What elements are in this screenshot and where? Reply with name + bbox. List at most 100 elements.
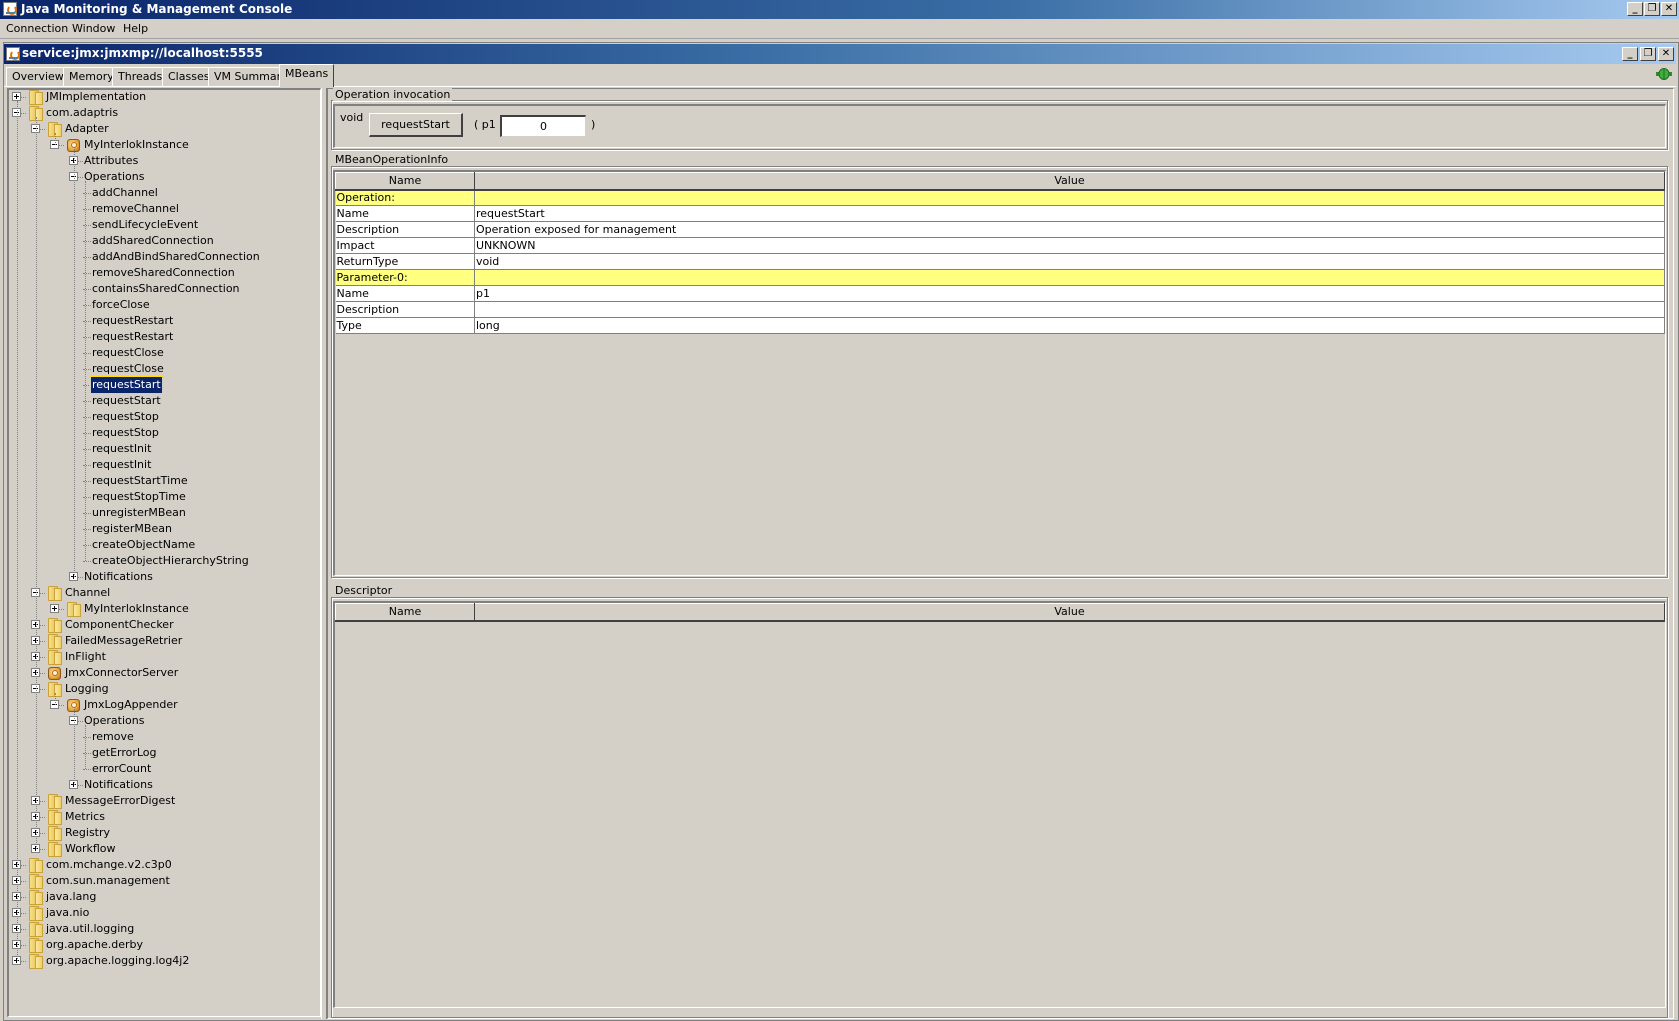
table-row[interactable]: Type long	[335, 317, 1665, 334]
table-section-row[interactable]: Operation:	[335, 189, 1665, 206]
tree-node-operations[interactable]: Operations	[9, 713, 319, 729]
tree-node-label[interactable]: removeChannel	[91, 201, 180, 217]
tree-node-label[interactable]: addSharedConnection	[91, 233, 215, 249]
tree-node-remove-shared-connection[interactable]: removeSharedConnection	[9, 265, 319, 281]
tree-node-label[interactable]: requestRestart	[91, 329, 174, 345]
tree-node-component-checker[interactable]: ComponentChecker	[9, 617, 319, 633]
menu-connection[interactable]: Connection	[6, 22, 68, 35]
tree-node-label[interactable]: registerMBean	[91, 521, 173, 537]
tree-node-jmimplementation[interactable]: JMImplementation	[9, 90, 319, 105]
tree-node-operations[interactable]: Operations	[9, 169, 319, 185]
tree-node-error-count[interactable]: errorCount	[9, 761, 319, 777]
tree-node-label[interactable]: requestClose	[91, 345, 165, 361]
tree-node-get-error-log[interactable]: getErrorLog	[9, 745, 319, 761]
tree-node-request-start[interactable]: requestStart	[9, 376, 319, 394]
tree-node-label[interactable]: java.util.logging	[45, 921, 135, 937]
tree-node-label[interactable]: MyInterlokInstance	[83, 601, 190, 617]
tree-node-add-shared-connection[interactable]: addSharedConnection	[9, 233, 319, 249]
tree-node-java-lang[interactable]: java.lang	[9, 889, 319, 905]
tree-node-java-nio[interactable]: java.nio	[9, 905, 319, 921]
tree-node-label[interactable]: remove	[91, 729, 135, 745]
tree-node-metrics[interactable]: Metrics	[9, 809, 319, 825]
tree-node-label[interactable]: org.apache.derby	[45, 937, 144, 953]
table-row[interactable]: Name p1	[335, 285, 1665, 302]
tree-node-label[interactable]: Metrics	[64, 809, 106, 825]
tree-node-label[interactable]: Registry	[64, 825, 111, 841]
tree-node-register-mbean[interactable]: registerMBean	[9, 521, 319, 537]
tree-node-label[interactable]: Notifications	[83, 777, 154, 793]
tree-node-label[interactable]: FailedMessageRetrier	[64, 633, 183, 649]
tree-node-label[interactable]: Channel	[64, 585, 111, 601]
tree-node-remove[interactable]: remove	[9, 729, 319, 745]
table-row[interactable]: Description	[335, 301, 1665, 318]
tree-node-label[interactable]: com.sun.management	[45, 873, 171, 889]
tree-node-com-adaptris[interactable]: com.adaptris	[9, 105, 319, 121]
table-row[interactable]: ReturnType void	[335, 253, 1665, 270]
tree-node-label[interactable]: requestClose	[91, 361, 165, 377]
tree-node-request-start[interactable]: requestStart	[9, 393, 319, 409]
tree-node-unregister-mbean[interactable]: unregisterMBean	[9, 505, 319, 521]
column-header-value[interactable]: Value	[474, 172, 1665, 191]
table-row[interactable]: Impact UNKNOWN	[335, 237, 1665, 254]
tree-node-label[interactable]: sendLifecycleEvent	[91, 217, 199, 233]
tree-node-label[interactable]: com.mchange.v2.c3p0	[45, 857, 173, 873]
tree-node-jmx-connector-server[interactable]: JmxConnectorServer	[9, 665, 319, 681]
invoke-operation-button[interactable]: requestStart	[369, 113, 463, 137]
tree-node-label[interactable]: org.apache.logging.log4j2	[45, 953, 190, 969]
tree-node-label[interactable]: createObjectName	[91, 537, 196, 553]
tree-node-request-init[interactable]: requestInit	[9, 441, 319, 457]
tree-node-com-mchange-v2-c3p0[interactable]: com.mchange.v2.c3p0	[9, 857, 319, 873]
tree-node-label[interactable]: requestStart	[91, 393, 162, 409]
tree-node-request-stop[interactable]: requestStop	[9, 409, 319, 425]
expand-icon[interactable]	[50, 604, 59, 613]
tree-node-label[interactable]: removeSharedConnection	[91, 265, 236, 281]
table-row[interactable]: Name requestStart	[335, 205, 1665, 222]
tree-node-label[interactable]: createObjectHierarchyString	[91, 553, 250, 569]
tree-node-remove-channel[interactable]: removeChannel	[9, 201, 319, 217]
tree-node-create-object-name[interactable]: createObjectName	[9, 537, 319, 553]
tree-node-label[interactable]: requestRestart	[91, 313, 174, 329]
tree-node-label[interactable]: MessageErrorDigest	[64, 793, 176, 809]
descriptor-column-header-name[interactable]: Name	[335, 603, 475, 622]
tree-node-request-close[interactable]: requestClose	[9, 345, 319, 361]
tree-node-label[interactable]: forceClose	[91, 297, 151, 313]
column-header-name[interactable]: Name	[335, 172, 475, 191]
tree-node-label[interactable]: java.lang	[45, 889, 97, 905]
expand-icon[interactable]	[12, 92, 21, 101]
tree-node-notifications[interactable]: Notifications	[9, 777, 319, 793]
restore-button[interactable]: ❐	[1644, 2, 1660, 16]
tree-node-my-interlok-instance[interactable]: MyInterlokInstance	[9, 601, 319, 617]
tree-node-label[interactable]: addChannel	[91, 185, 159, 201]
tree-node-add-and-bind-shared-connection[interactable]: addAndBindSharedConnection	[9, 249, 319, 265]
inner-minimize-button[interactable]: _	[1622, 47, 1638, 61]
tab-overview[interactable]: Overview	[6, 67, 70, 86]
menu-window[interactable]: Window	[72, 22, 115, 35]
tree-node-add-channel[interactable]: addChannel	[9, 185, 319, 201]
tree-node-request-stop[interactable]: requestStop	[9, 425, 319, 441]
tree-node-java-util-logging[interactable]: java.util.logging	[9, 921, 319, 937]
tree-node-workflow[interactable]: Workflow	[9, 841, 319, 857]
tree-node-label[interactable]: containsSharedConnection	[91, 281, 241, 297]
tree-node-label[interactable]: InFlight	[64, 649, 107, 665]
tree-node-failed-message-retrier[interactable]: FailedMessageRetrier	[9, 633, 319, 649]
tree-node-in-flight[interactable]: InFlight	[9, 649, 319, 665]
tree-node-contains-shared-connection[interactable]: containsSharedConnection	[9, 281, 319, 297]
tree-node-com-sun-management[interactable]: com.sun.management	[9, 873, 319, 889]
connection-window-titlebar[interactable]: service:jmx:jmxmp://localhost:5555 _ ❐ ✕	[4, 44, 1676, 64]
tree-node-create-object-hierarchy-string[interactable]: createObjectHierarchyString	[9, 553, 319, 569]
app-titlebar[interactable]: Java Monitoring & Management Console _ ❐…	[0, 0, 1679, 19]
tree-node-label[interactable]: Workflow	[64, 841, 117, 857]
tree-node-request-restart[interactable]: requestRestart	[9, 329, 319, 345]
table-row[interactable]: Description Operation exposed for managem…	[335, 221, 1665, 238]
tree-node-request-start-time[interactable]: requestStartTime	[9, 473, 319, 489]
tree-node-request-init[interactable]: requestInit	[9, 457, 319, 473]
close-button[interactable]: ✕	[1661, 2, 1677, 16]
tree-node-label[interactable]: Notifications	[83, 569, 154, 585]
tree-node-label[interactable]: JMImplementation	[45, 90, 147, 105]
tree-node-org-apache-logging-log4j2[interactable]: org.apache.logging.log4j2	[9, 953, 319, 969]
tree-node-label[interactable]: requestStopTime	[91, 489, 187, 505]
tree-node-message-error-digest[interactable]: MessageErrorDigest	[9, 793, 319, 809]
tree-node-force-close[interactable]: forceClose	[9, 297, 319, 313]
tree-node-label[interactable]: JmxLogAppender	[83, 697, 179, 713]
tree-node-registry[interactable]: Registry	[9, 825, 319, 841]
